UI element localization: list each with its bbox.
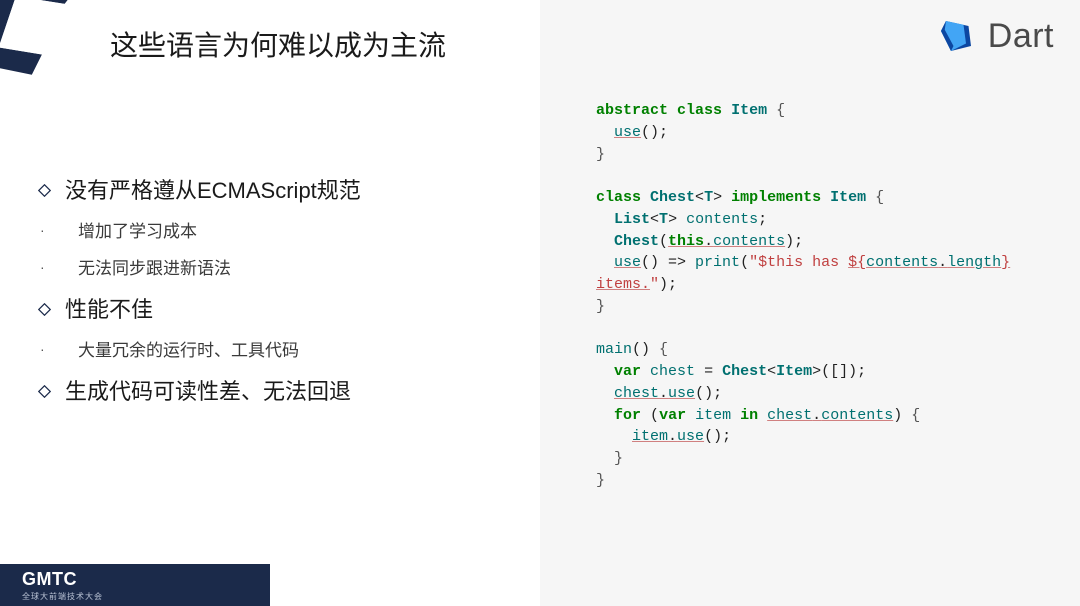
footer-bar: GMTC 全球大前端技术大会	[0, 564, 270, 606]
footer-sub-text: 全球大前端技术大会	[22, 591, 103, 602]
dart-brand: Dart	[936, 16, 1054, 56]
slide: 这些语言为何难以成为主流 没有严格遵从ECMAScript规范·增加了学习成本·…	[0, 0, 1080, 606]
diamond-icon	[38, 385, 51, 398]
bullet-sub: · 无法同步跟进新语法	[40, 257, 520, 281]
dot-icon: ·	[40, 222, 46, 238]
right-pane: Dart abstract class Item { use(); } clas…	[540, 0, 1080, 606]
bullet-list: 没有严格遵从ECMAScript规范 · 增加了学习成本 · 无法同步跟进新语法性能不佳…	[38, 164, 520, 420]
bullet-main: 生成代码可读性差、无法回退	[38, 377, 520, 407]
bullet-main-text: 没有严格遵从ECMAScript规范	[65, 176, 361, 206]
slide-title: 这些语言为何难以成为主流	[110, 24, 446, 64]
footer-logo-block: GMTC 全球大前端技术大会	[22, 569, 103, 602]
bullet-sub: · 大量冗余的运行时、工具代码	[40, 339, 520, 363]
dot-icon: ·	[40, 341, 46, 357]
bullet-sub-text: 增加了学习成本	[78, 220, 197, 244]
footer-logo-text: GMTC	[22, 569, 103, 590]
bullet-sub-text: 大量冗余的运行时、工具代码	[78, 339, 299, 363]
diamond-icon	[38, 303, 51, 316]
left-pane: 这些语言为何难以成为主流 没有严格遵从ECMAScript规范·增加了学习成本·…	[0, 0, 540, 606]
bullet-sub-text: 无法同步跟进新语法	[78, 257, 231, 281]
bullet-main-text: 生成代码可读性差、无法回退	[65, 377, 351, 407]
dot-icon: ·	[40, 259, 46, 275]
bullet-main: 性能不佳	[38, 295, 520, 325]
dart-logo-icon	[936, 16, 976, 56]
bullet-main-text: 性能不佳	[65, 295, 153, 325]
code-block: abstract class Item { use(); } class Che…	[596, 100, 1080, 492]
bullet-main: 没有严格遵从ECMAScript规范	[38, 176, 520, 206]
bullet-sub: · 增加了学习成本	[40, 220, 520, 244]
dart-brand-text: Dart	[988, 17, 1054, 56]
diamond-icon	[38, 184, 51, 197]
